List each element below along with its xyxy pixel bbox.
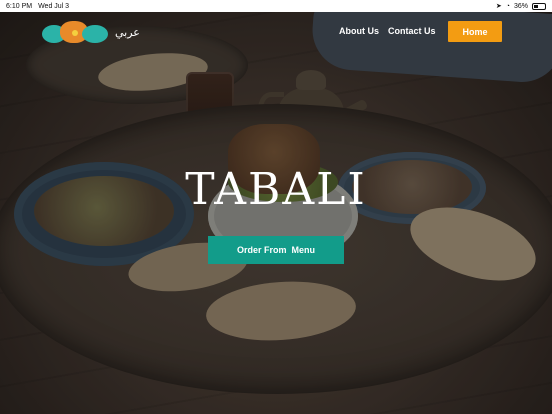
hero-title: TABALI <box>185 164 367 215</box>
status-date: Wed Jul 3 <box>38 2 70 10</box>
about-us-link[interactable]: About Us <box>339 26 379 36</box>
order-from-menu-button[interactable]: Order From Menu <box>208 236 344 264</box>
battery-percent: 36% <box>513 2 528 10</box>
contact-us-link[interactable]: Contact Us <box>388 26 436 36</box>
status-left: 6:10 PM Wed Jul 3 <box>6 3 69 10</box>
logo[interactable] <box>42 21 110 45</box>
battery-icon <box>532 2 546 10</box>
wifi-icon: ◔ <box>505 2 510 10</box>
status-right: ➤ ◔ 36% <box>496 2 546 10</box>
status-time: 6:10 PM <box>6 2 33 10</box>
location-icon: ➤ <box>495 3 502 10</box>
language-switch-link[interactable]: عربي <box>115 26 140 39</box>
home-button[interactable]: Home <box>448 21 502 42</box>
navbar: عربي About Us Contact Us Home <box>0 19 552 47</box>
status-bar: 6:10 PM Wed Jul 3 ➤ ◔ 36% <box>0 0 552 12</box>
